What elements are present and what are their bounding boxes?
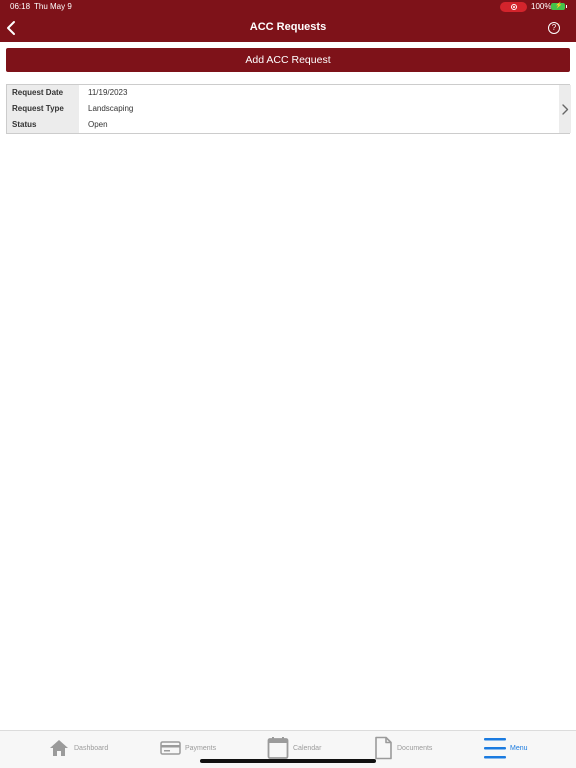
tab-documents[interactable]: Documents [374, 735, 432, 761]
tab-calendar[interactable]: Calendar [267, 735, 321, 761]
chevron-right-icon [562, 104, 569, 115]
tab-label: Dashboard [74, 744, 109, 752]
request-type-label: Request Type [12, 104, 64, 113]
add-acc-request-button[interactable]: Add ACC Request [6, 48, 570, 72]
tab-label: Menu [510, 744, 528, 752]
document-icon [375, 736, 392, 760]
status-time: 06:18 [10, 2, 31, 11]
home-icon [50, 740, 68, 756]
battery-percent: 100% [531, 2, 552, 11]
home-indicator[interactable] [200, 759, 376, 763]
request-type-row: Request Type Landscaping [7, 101, 559, 117]
tab-menu[interactable]: Menu [484, 735, 528, 761]
menu-icon [484, 738, 506, 759]
tab-dashboard[interactable]: Dashboard [48, 735, 108, 761]
top-bar: 06:18 Thu May 9 100% ⚡ ACC Requests ? [0, 0, 576, 42]
tab-payments[interactable]: Payments [160, 735, 216, 761]
tab-label: Documents [397, 744, 433, 752]
open-request-chevron[interactable] [559, 85, 571, 133]
request-type-value: Landscaping [88, 104, 134, 113]
record-icon [510, 4, 517, 10]
status-value: Open [88, 120, 108, 129]
page-title: ACC Requests [249, 21, 327, 33]
question-circle-icon[interactable]: ? [548, 22, 560, 34]
credit-card-icon [160, 741, 181, 755]
request-date-row: Request Date 11/19/2023 [7, 85, 559, 101]
tab-label: Payments [185, 744, 217, 752]
request-card[interactable]: Request Date 11/19/2023 Request Type Lan… [6, 84, 571, 134]
request-date-label: Request Date [12, 88, 64, 97]
tab-label: Calendar [293, 744, 322, 752]
status-date: Thu May 9 [34, 2, 72, 11]
status-label: Status [12, 120, 37, 129]
battery-icon: ⚡ [551, 3, 567, 10]
calendar-icon [267, 737, 289, 759]
screen-recording-indicator [500, 2, 527, 12]
status-row: Status Open [7, 117, 559, 133]
request-date-value: 11/19/2023 [88, 88, 128, 97]
